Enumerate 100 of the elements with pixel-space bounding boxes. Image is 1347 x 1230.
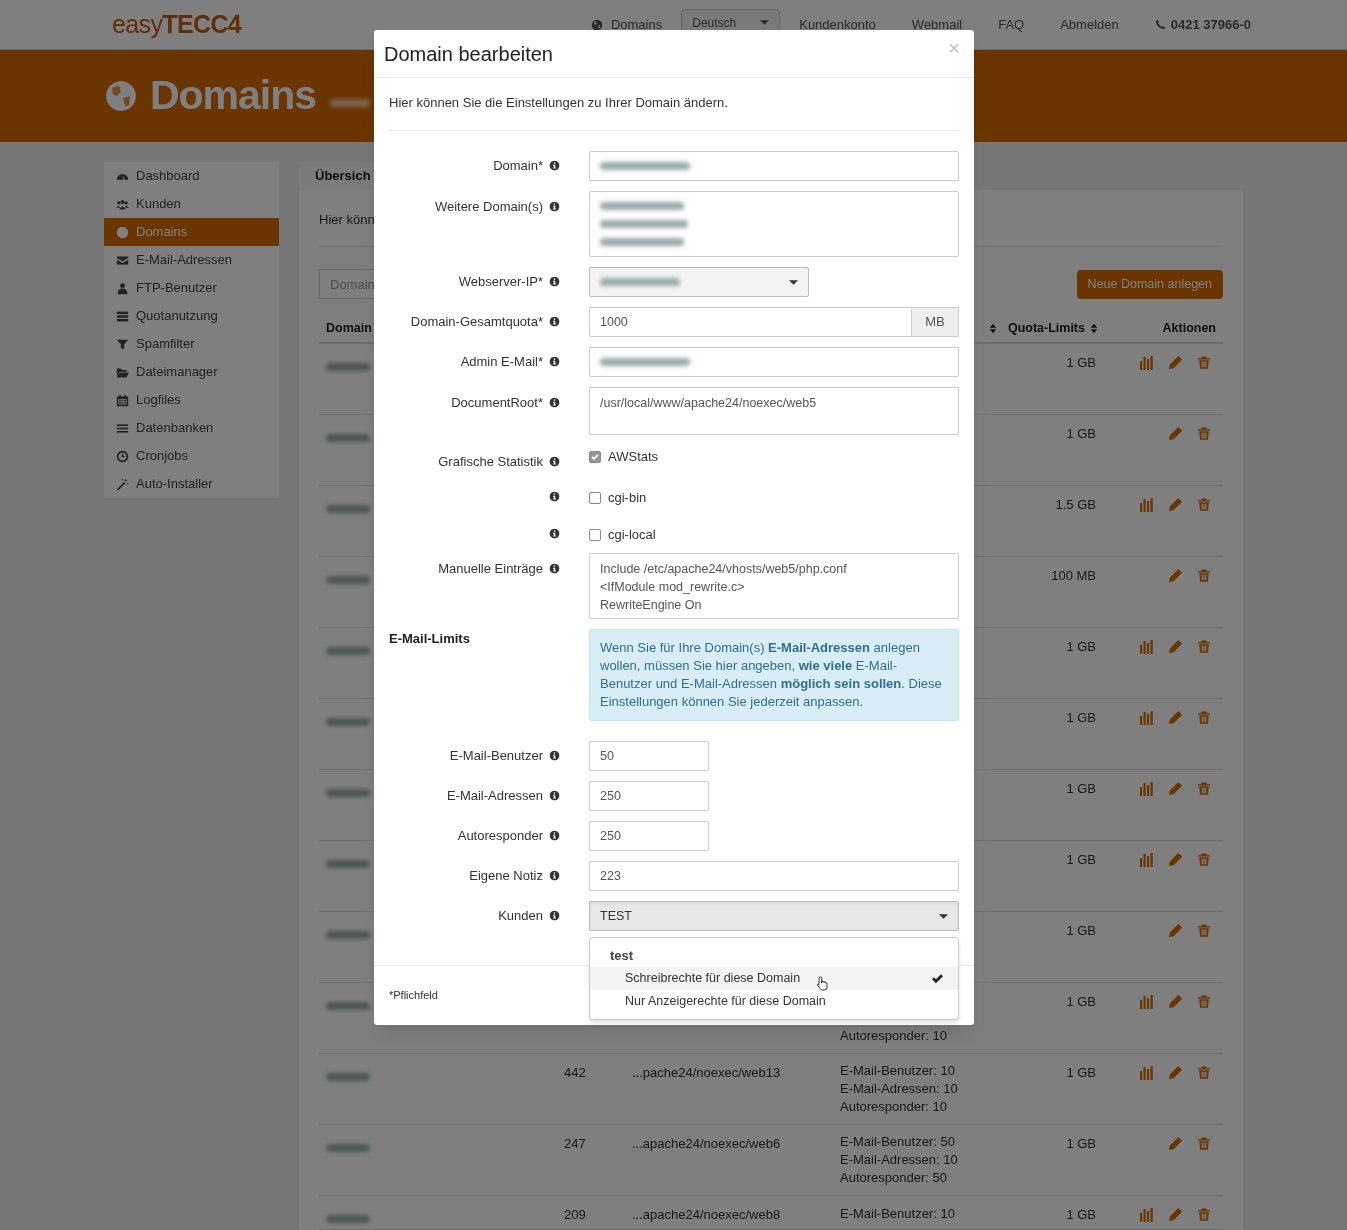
field-label: E-Mail-Adressen [446,788,543,804]
pencil-icon[interactable] [1168,568,1183,583]
sidebar-item[interactable]: E-Mail-Adressen [104,246,279,274]
info-icon[interactable] [549,397,560,408]
table-cell: 1 GB [1066,994,1096,1009]
pencil-icon[interactable] [1168,781,1183,796]
trash-icon[interactable] [1197,355,1211,370]
info-icon[interactable] [549,528,560,539]
bar-chart-icon[interactable] [1139,1207,1154,1223]
trash-icon[interactable] [1197,568,1211,583]
sidebar-item[interactable]: Auto-Installer [104,470,279,498]
sidebar-item[interactable]: Spamfilter [104,330,279,358]
checkbox[interactable] [589,528,601,541]
sort-icon[interactable] [989,322,997,334]
info-icon[interactable] [549,910,560,921]
pencil-icon[interactable] [1168,923,1183,938]
info-icon[interactable] [549,201,560,212]
sidebar-item[interactable]: Logfiles [104,386,279,414]
bar-chart-icon[interactable] [1139,852,1154,868]
sidebar-item[interactable]: Dateimanager [104,358,279,386]
bar-chart-icon[interactable] [1139,639,1154,655]
nav-link[interactable]: Domains [610,14,663,35]
sort-icon[interactable] [1090,322,1098,334]
pencil-icon[interactable] [1168,1207,1183,1222]
user-icon [116,281,129,295]
sidebar-item[interactable]: Cronjobs [104,442,279,470]
select-field[interactable] [589,267,809,297]
globe-icon [116,225,129,239]
sidebar-item[interactable]: FTP-Benutzer [104,274,279,302]
text-area[interactable]: Include /etc/apache24/vhosts/web5/php.conf <IfModule mod_rewrite.c> RewriteEngine On [589,553,959,619]
bar-chart-icon[interactable] [1139,781,1154,797]
dropdown-option[interactable]: Nur Anzeigerechte für diese Domain [590,990,958,1013]
bar-chart-icon[interactable] [1139,497,1154,513]
info-icon[interactable] [549,563,560,574]
info-icon[interactable] [549,750,560,761]
nav-link[interactable]: Webmail [911,14,963,35]
input-field[interactable] [589,151,959,181]
trash-icon[interactable] [1197,426,1211,441]
checkbox-label[interactable]: cgi-local [608,524,656,545]
input-field[interactable]: 250 [589,821,709,851]
bar-chart-icon[interactable] [1139,1065,1154,1081]
sidebar-item[interactable]: Domains [104,218,279,246]
trash-icon[interactable] [1197,1207,1211,1222]
text-area[interactable] [589,191,959,257]
sidebar-item[interactable]: Quotanutzung [104,302,279,330]
checkbox[interactable] [589,491,601,504]
bar-chart-icon[interactable] [1139,994,1154,1010]
column-header[interactable]: Quota-Limits [1007,318,1085,338]
input-field[interactable]: 1000 [589,307,912,337]
info-icon[interactable] [549,356,560,367]
select-field[interactable]: TEST [589,901,959,931]
checkbox[interactable] [589,450,601,463]
intro-text: Hier könn [319,212,375,228]
pencil-icon[interactable] [1168,639,1183,654]
info-icon[interactable] [549,870,560,881]
sidebar-item[interactable]: Dashboard [104,162,279,190]
pencil-icon[interactable] [1168,426,1183,441]
info-icon[interactable] [549,790,560,801]
pencil-icon[interactable] [1168,1065,1183,1080]
new-domain-button[interactable]: Neue Domain anlegen [1076,269,1223,299]
info-icon[interactable] [549,316,560,327]
info-icon[interactable] [549,160,560,171]
column-header[interactable]: Aktionen [1162,318,1216,338]
info-icon[interactable] [549,276,560,287]
trash-icon[interactable] [1197,639,1211,654]
trash-icon[interactable] [1197,852,1211,867]
pencil-icon[interactable] [1168,355,1183,370]
info-icon[interactable] [549,830,560,841]
trash-icon[interactable] [1197,1065,1211,1080]
checkbox-label[interactable]: AWStats [608,447,659,467]
pencil-icon[interactable] [1168,497,1183,512]
input-field[interactable]: 250 [589,781,709,811]
input-field[interactable] [589,347,959,377]
trash-icon[interactable] [1197,710,1211,725]
info-icon[interactable] [549,456,560,467]
nav-link[interactable]: Kundenkonto [799,14,876,35]
trash-icon[interactable] [1197,994,1211,1009]
sidebar-item[interactable]: Datenbanken [104,414,279,442]
dropdown-option[interactable]: Schreibrechte für diese Domain [590,967,958,990]
text-area[interactable]: /usr/local/www/apache24/noexec/web5 [589,387,959,435]
checkbox-label[interactable]: cgi-bin [608,487,647,508]
check-icon [591,452,599,461]
pencil-icon[interactable] [1168,1136,1183,1151]
pencil-icon[interactable] [1168,994,1183,1009]
input-field[interactable]: 223 [589,861,959,891]
logo[interactable]: easyTECC4 [112,5,242,44]
pencil-icon[interactable] [1168,710,1183,725]
column-header[interactable]: Domain [326,318,372,338]
bar-chart-icon[interactable] [1139,710,1154,726]
input-field[interactable]: 50 [589,741,709,771]
trash-icon[interactable] [1197,781,1211,796]
trash-icon[interactable] [1197,923,1211,938]
nav-link[interactable]: FAQ [998,14,1025,35]
nav-link[interactable]: Abmelden [1060,14,1119,35]
info-icon[interactable] [549,491,560,502]
sidebar-item[interactable]: Kunden [104,190,279,218]
pencil-icon[interactable] [1168,852,1183,867]
bar-chart-icon[interactable] [1139,355,1154,371]
trash-icon[interactable] [1197,497,1211,512]
trash-icon[interactable] [1197,1136,1211,1151]
